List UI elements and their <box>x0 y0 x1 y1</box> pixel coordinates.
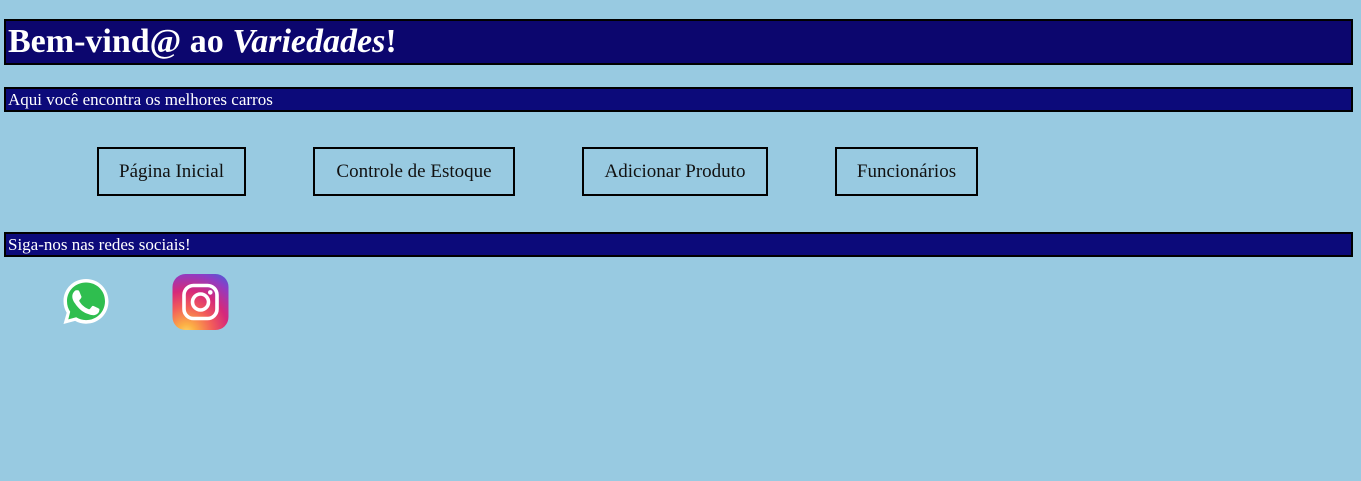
employees-button[interactable]: Funcionários <box>835 147 978 196</box>
tagline-bar: Aqui você encontra os melhores carros <box>4 87 1353 112</box>
social-heading-text: Siga-nos nas redes sociais! <box>8 235 191 254</box>
add-product-button[interactable]: Adicionar Produto <box>582 147 768 196</box>
social-heading-bar: Siga-nos nas redes sociais! <box>4 232 1353 257</box>
whatsapp-icon <box>63 279 109 324</box>
tagline-text: Aqui você encontra os melhores carros <box>8 90 273 109</box>
whatsapp-link[interactable] <box>60 276 112 328</box>
stock-control-button[interactable]: Controle de Estoque <box>313 147 515 196</box>
instagram-link[interactable] <box>172 274 229 330</box>
page-title: Bem-vind@ ao Variedades! <box>4 19 1353 65</box>
title-prefix: Bem-vind@ ao <box>8 23 233 60</box>
home-button[interactable]: Página Inicial <box>97 147 246 196</box>
instagram-icon <box>172 274 229 330</box>
title-brand: Variedades <box>232 23 386 60</box>
title-suffix: ! <box>385 23 397 60</box>
page: Bem-vind@ ao Variedades! Aqui você encon… <box>0 0 1361 481</box>
